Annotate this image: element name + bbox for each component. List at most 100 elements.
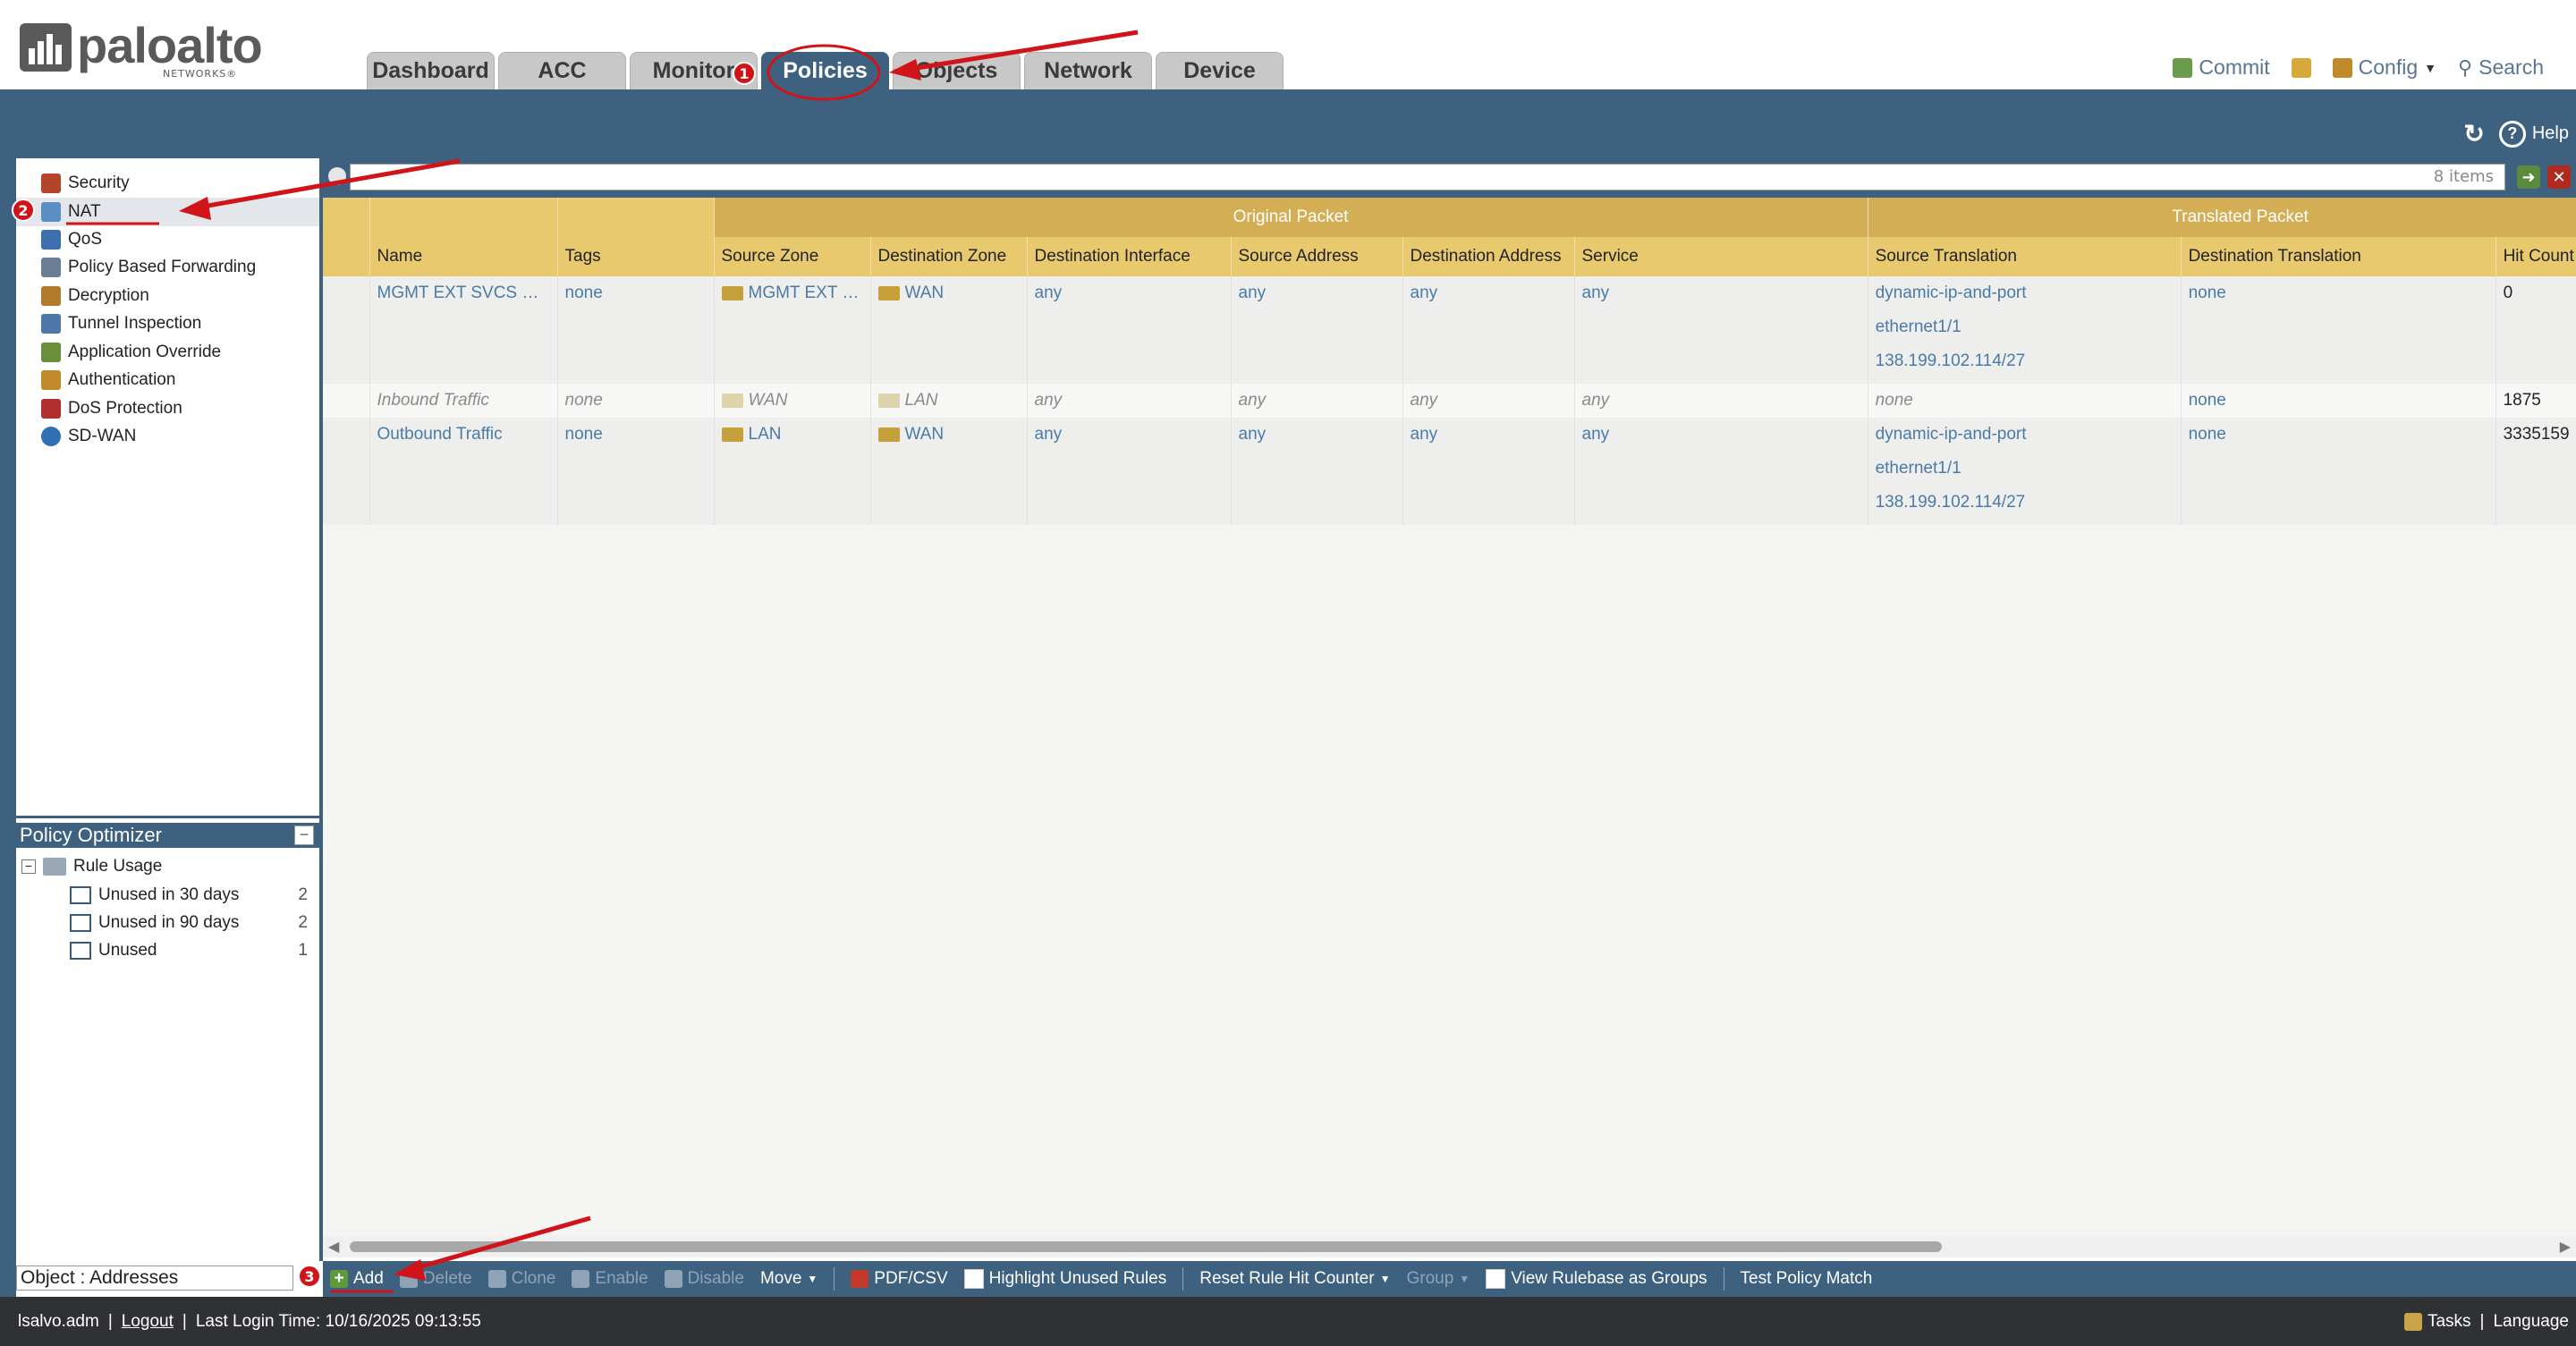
enable-button[interactable]: Enable [572,1269,648,1289]
object-addresses-field[interactable]: Object : Addresses [16,1266,293,1291]
col-tags[interactable]: Tags [557,237,715,276]
config-menu[interactable]: Config ▼ [2332,55,2436,80]
add-button[interactable]: + Add [330,1269,384,1289]
nav-item-authentication[interactable]: Authentication [41,367,175,394]
col-service[interactable]: Service [1574,237,1868,276]
language-link[interactable]: Language [2493,1312,2569,1332]
pdf-csv-button[interactable]: PDF/CSV [851,1269,948,1289]
col-source-translation[interactable]: Source Translation [1868,237,2182,276]
filter-icon[interactable] [328,167,346,185]
rule-source-address: any [1231,276,1403,384]
rule-destination-zone[interactable]: LAN [870,384,1028,418]
col-destination-translation[interactable]: Destination Translation [2181,237,2496,276]
nav-item-security[interactable]: Security [41,170,130,197]
filter-input[interactable]: 8 items [350,164,2505,190]
clone-button[interactable]: Clone [487,1269,555,1289]
scrollbar-thumb[interactable] [350,1241,1942,1252]
unused-item[interactable]: Unused 1 [70,938,320,963]
row-handle[interactable] [323,276,370,384]
col-name[interactable]: Name [369,237,558,276]
nav-item-policy-based-forwarding[interactable]: Policy Based Forwarding [41,254,256,281]
rule-destination-zone[interactable]: WAN [870,276,1028,384]
rule-source-zone[interactable]: WAN [714,384,871,418]
nav-item-application-override[interactable]: Application Override [41,339,221,366]
rule-name[interactable]: Inbound Traffic [369,384,558,418]
step-marker-1: 1 [733,62,756,85]
commit-link[interactable]: Commit [2173,55,2270,80]
paloalto-logo[interactable]: paloalto NETWORKS® [20,17,270,82]
table-row[interactable]: Inbound Traffic none WAN LAN any any any… [323,384,2576,418]
nat-icon [41,202,61,222]
tasks-button[interactable]: Tasks [2403,1312,2471,1332]
rule-name[interactable]: MGMT EXT SVCS NAT [369,276,558,384]
collapse-icon[interactable]: − [294,825,314,845]
help-link[interactable]: ? Help [2498,120,2569,148]
test-policy-match-button[interactable]: Test Policy Match [1741,1269,1873,1289]
translation-address: 138.199.102.114/27 [1875,493,2026,512]
col-hit-count[interactable]: Hit Count [2496,237,2576,276]
col-source-zone[interactable]: Source Zone [714,237,871,276]
rule-source-zone[interactable]: MGMT EXT S... [714,276,871,384]
col-destination-address[interactable]: Destination Address [1402,237,1575,276]
col-destination-interface[interactable]: Destination Interface [1027,237,1232,276]
scroll-right-icon[interactable]: ▶ [2560,1238,2571,1255]
reset-hit-counter-menu[interactable]: Reset Rule Hit Counter ▼ [1199,1269,1390,1289]
pbf-icon [41,258,61,277]
tags-group-spacer [557,198,715,237]
table-row[interactable]: MGMT EXT SVCS NAT none MGMT EXT S... WAN… [323,276,2576,384]
tab-device[interactable]: Device [1156,52,1284,89]
scroll-left-icon[interactable]: ◀ [328,1238,339,1255]
row-handle[interactable] [323,384,370,418]
view-as-groups-checkbox[interactable] [1486,1269,1506,1289]
nav-item-decryption[interactable]: Decryption [41,283,149,309]
nav-item-tunnel-inspection[interactable]: Tunnel Inspection [41,310,201,337]
rule-usage-node[interactable]: − Rule Usage [21,854,162,879]
highlight-unused-toggle[interactable]: Highlight Unused Rules [963,1269,1166,1289]
horizontal-scrollbar[interactable]: ◀ ▶ [323,1236,2576,1257]
header: paloalto NETWORKS® Dashboard ACC Monitor… [0,0,2576,89]
clear-filter-icon[interactable]: ✕ [2547,165,2571,189]
brand-name: paloalto [77,17,263,73]
tab-policies[interactable]: Policies [761,52,889,89]
highlight-unused-checkbox[interactable] [963,1269,984,1289]
add-icon: + [330,1270,348,1288]
unused-30-days-item[interactable]: Unused in 30 days 2 [70,883,320,908]
col-source-address[interactable]: Source Address [1231,237,1403,276]
nav-item-nat[interactable]: NAT [41,199,101,225]
rule-name[interactable]: Outbound Traffic [369,418,558,525]
original-packet-header: Original Packet [714,198,1868,237]
rule-source-zone[interactable]: LAN [714,418,871,525]
tab-dashboard[interactable]: Dashboard [367,52,495,89]
group-menu[interactable]: Group ▼ [1406,1269,1470,1289]
tab-acc[interactable]: ACC [498,52,626,89]
reset-hit-label: Reset Rule Hit Counter [1199,1269,1375,1288]
unused-label: Unused [98,941,157,960]
logout-link[interactable]: Logout [122,1312,174,1332]
lock-icon[interactable] [2291,57,2311,78]
nav-item-dos-protection[interactable]: DoS Protection [41,395,182,422]
tab-network[interactable]: Network [1024,52,1152,89]
group-label: Group [1406,1269,1454,1288]
view-as-groups-toggle[interactable]: View Rulebase as Groups [1486,1269,1707,1289]
pdf-csv-label: PDF/CSV [874,1269,948,1288]
apply-filter-icon[interactable]: ➜ [2517,165,2540,189]
nav-item-sd-wan[interactable]: SD-WAN [41,423,136,450]
col-destination-zone[interactable]: Destination Zone [870,237,1028,276]
unused-90-days-item[interactable]: Unused in 90 days 2 [70,910,320,935]
move-menu[interactable]: Move ▼ [760,1269,818,1289]
tree-collapse-icon[interactable]: − [21,859,36,874]
disable-button[interactable]: Disable [664,1269,744,1289]
refresh-icon[interactable]: ↻ [2463,119,2484,148]
row-handle[interactable] [323,418,370,525]
pdf-icon [851,1270,869,1288]
rule-source-translation[interactable]: dynamic-ip-and-port ethernet1/1 138.199.… [1868,418,2182,525]
rule-source-translation[interactable]: dynamic-ip-and-port ethernet1/1 138.199.… [1868,276,2182,384]
nav-item-qos[interactable]: QoS [41,226,102,253]
table-row[interactable]: Outbound Traffic none LAN WAN any any an… [323,418,2576,525]
row-handle-header [323,198,370,276]
rule-destination-zone[interactable]: WAN [870,418,1028,525]
rule-source-translation[interactable]: none [1868,384,2182,418]
search-link[interactable]: ⚲ Search [2458,55,2544,80]
delete-button[interactable]: Delete [399,1269,472,1289]
tab-objects[interactable]: Objects [893,52,1021,89]
